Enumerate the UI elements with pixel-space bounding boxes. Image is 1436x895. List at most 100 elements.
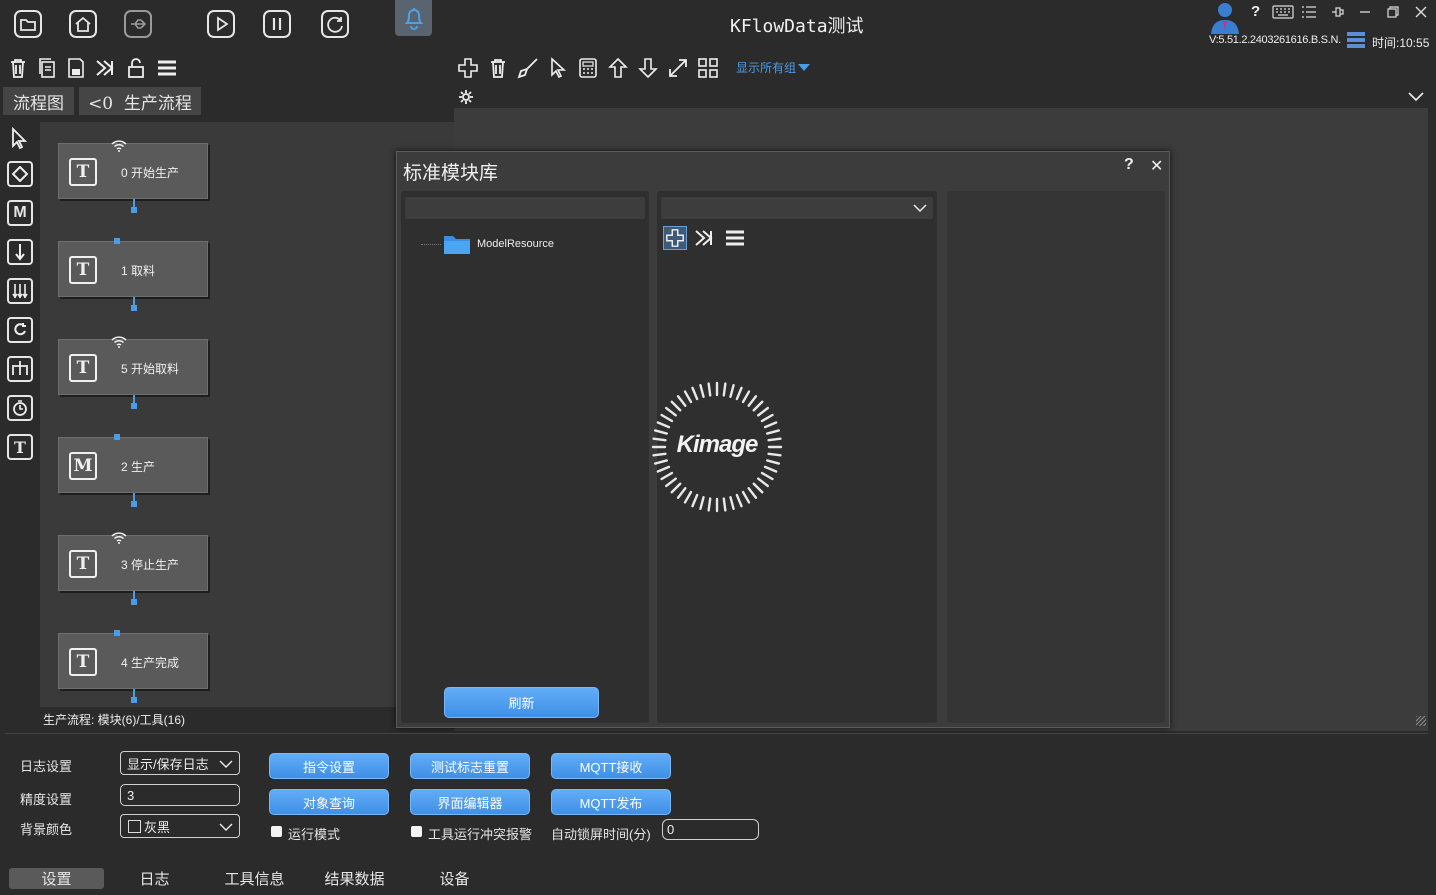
auto-lock-input[interactable]: 0 xyxy=(662,819,759,840)
object-query-button[interactable]: 对象查询 xyxy=(269,789,389,815)
log-setting-select[interactable]: 显示/保存日志 xyxy=(120,751,240,775)
node-output-anchor[interactable] xyxy=(131,599,137,605)
flow-node[interactable]: M 2 生产 xyxy=(58,434,208,507)
module-library-dialog: 标准模块库 ? ✕ ModelResource 刷新 Kimage xyxy=(396,151,1170,728)
node-type-icon: T xyxy=(69,550,97,578)
pointer-tool[interactable] xyxy=(9,127,31,151)
node-output-anchor[interactable] xyxy=(131,501,137,507)
branch-tool[interactable] xyxy=(7,356,33,382)
precision-label: 精度设置 xyxy=(20,792,73,807)
text-tool[interactable]: T xyxy=(7,434,33,460)
tool-conflict-checkbox[interactable] xyxy=(411,826,422,837)
timer-tool[interactable] xyxy=(7,395,33,421)
loop-button[interactable] xyxy=(316,5,354,43)
mqtt-publish-button[interactable]: MQTT发布 xyxy=(551,789,671,815)
wifi-icon xyxy=(111,336,127,348)
log-setting-value: 显示/保存日志 xyxy=(127,756,209,772)
precision-value: 3 xyxy=(127,787,135,803)
save-icon xyxy=(68,58,84,78)
flow-node[interactable]: T 5 开始取料 xyxy=(58,336,208,409)
flow-canvas[interactable] xyxy=(40,122,454,707)
flow-node[interactable]: T 3 停止生产 xyxy=(58,532,208,605)
mqtt-receive-button[interactable]: MQTT接收 xyxy=(551,753,671,779)
add-button[interactable] xyxy=(456,56,480,80)
spinner-tick xyxy=(729,383,735,398)
restore-button[interactable] xyxy=(1386,5,1400,19)
move-down-button[interactable] xyxy=(636,56,660,80)
pause-button[interactable] xyxy=(258,5,296,43)
node-output-anchor[interactable] xyxy=(131,207,137,213)
keyboard-button[interactable] xyxy=(1272,5,1294,19)
home-button[interactable] xyxy=(64,5,102,43)
collapse-button[interactable] xyxy=(1408,92,1424,102)
bottom-tab[interactable]: 设置 xyxy=(9,868,104,889)
show-groups-dropdown[interactable]: 显示所有组 xyxy=(736,59,811,76)
refresh-button[interactable]: 刷新 xyxy=(444,687,599,718)
expand-icon xyxy=(669,59,687,77)
gear-icon xyxy=(459,90,473,104)
copy-button[interactable] xyxy=(35,56,59,80)
flow-node[interactable]: T 0 开始生产 xyxy=(58,140,208,213)
module-step-button[interactable] xyxy=(694,228,716,248)
calculator-button[interactable] xyxy=(576,56,600,80)
tree-search-input[interactable] xyxy=(405,197,645,219)
dialog-close-button[interactable]: ✕ xyxy=(1150,156,1163,176)
precision-input[interactable]: 3 xyxy=(120,784,240,806)
auto-lock-value: 0 xyxy=(667,822,675,837)
spinner-tick xyxy=(766,459,781,465)
reset-test-flag-button[interactable]: 测试标志重置 xyxy=(410,753,530,779)
menu-button[interactable] xyxy=(1302,6,1316,18)
loading-logo-text: Kimage xyxy=(676,431,759,458)
module-filter-dropdown[interactable] xyxy=(661,197,933,219)
command-settings-button[interactable]: 指令设置 xyxy=(269,753,389,779)
delete-button[interactable] xyxy=(6,56,30,80)
bg-color-select[interactable]: 灰黑 xyxy=(120,814,240,838)
module-add-button[interactable] xyxy=(663,226,687,250)
pin-button[interactable] xyxy=(1330,5,1344,19)
help-button[interactable]: ? xyxy=(1251,3,1260,20)
run-button[interactable] xyxy=(202,5,240,43)
ui-editor-button[interactable]: 界面编辑器 xyxy=(410,789,530,815)
spinner-tick xyxy=(741,390,751,404)
dialog-help-button[interactable]: ? xyxy=(1124,156,1134,174)
minimize-button[interactable] xyxy=(1358,5,1372,19)
tree-item-modelresource[interactable]: ModelResource xyxy=(443,233,554,255)
notification-button[interactable] xyxy=(395,0,432,36)
run-mode-checkbox[interactable] xyxy=(271,826,282,837)
module-menu-button[interactable] xyxy=(724,228,746,248)
loop-tool[interactable] xyxy=(7,317,33,343)
clean-button[interactable] xyxy=(516,56,540,80)
bottom-tab[interactable]: 设备 xyxy=(407,868,502,889)
spinner-tick xyxy=(665,406,677,417)
decision-tool[interactable] xyxy=(7,161,33,187)
down-step-tool[interactable] xyxy=(7,239,33,265)
settings-gear-button[interactable] xyxy=(458,89,474,105)
move-up-button[interactable] xyxy=(606,56,630,80)
module-tool[interactable]: M xyxy=(7,200,33,226)
tab-flowchart[interactable]: 流程图 xyxy=(3,87,74,115)
open-folder-button[interactable] xyxy=(9,5,47,43)
list-menu-button[interactable] xyxy=(155,56,179,80)
grid-button[interactable] xyxy=(696,56,720,80)
user-avatar[interactable] xyxy=(1208,0,1242,34)
bottom-tab[interactable]: 工具信息 xyxy=(207,868,302,889)
resize-grip[interactable] xyxy=(1416,716,1426,726)
expand-button[interactable] xyxy=(666,56,690,80)
flow-node[interactable]: T 1 取料 xyxy=(58,238,208,311)
step-button[interactable] xyxy=(94,56,118,80)
bottom-tab[interactable]: 日志 xyxy=(107,868,202,889)
close-window-button[interactable] xyxy=(1414,5,1428,19)
flow-node[interactable]: T 4 生产完成 xyxy=(58,630,208,703)
parallel-tool[interactable] xyxy=(7,278,33,304)
tab-production-flow[interactable]: <0 生产流程 xyxy=(79,87,201,115)
node-output-anchor[interactable] xyxy=(131,305,137,311)
usb-button[interactable] xyxy=(119,5,157,43)
bottom-tab[interactable]: 结果数据 xyxy=(307,868,402,889)
save-button[interactable] xyxy=(64,56,88,80)
select-button[interactable] xyxy=(546,56,570,80)
node-output-anchor[interactable] xyxy=(131,697,137,703)
cursor-icon xyxy=(551,57,567,79)
unlock-button[interactable] xyxy=(124,56,148,80)
node-output-anchor[interactable] xyxy=(131,403,137,409)
delete-right-button[interactable] xyxy=(486,56,510,80)
